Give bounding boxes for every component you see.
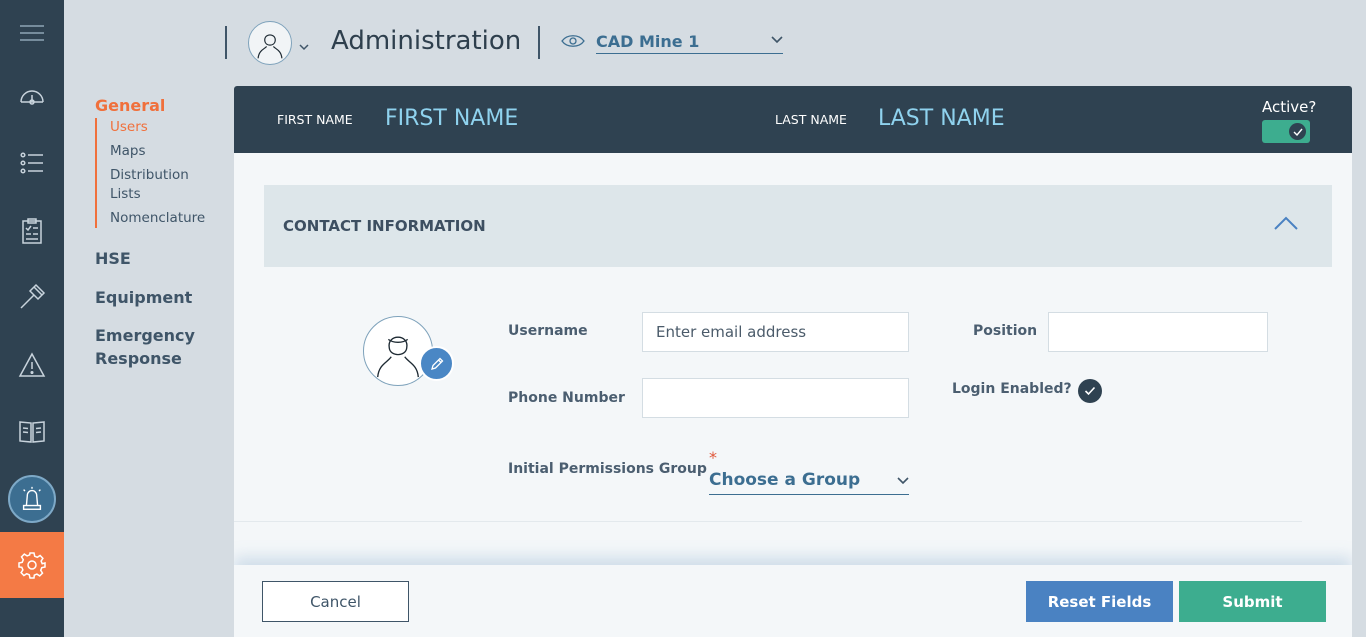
cancel-button[interactable]: Cancel — [262, 581, 409, 622]
warning-triangle-icon[interactable] — [0, 332, 64, 398]
alarm-beacon-item[interactable] — [0, 466, 64, 532]
header-divider — [225, 26, 227, 59]
phone-number-input[interactable] — [642, 378, 909, 418]
section-divider — [234, 521, 1302, 522]
nav-item-nomenclature[interactable]: Nomenclature — [110, 209, 205, 228]
nav-item-maps[interactable]: Maps — [110, 142, 205, 161]
icon-rail — [0, 0, 64, 637]
hamburger-menu-icon[interactable] — [0, 0, 64, 66]
permissions-select-label: Choose a Group — [709, 470, 861, 490]
phone-number-label: Phone Number — [508, 390, 625, 406]
pencil-edit-icon[interactable] — [419, 346, 454, 381]
last-name-label: LAST NAME — [775, 112, 847, 127]
reset-fields-button[interactable]: Reset Fields — [1026, 581, 1173, 622]
hammer-icon[interactable] — [0, 264, 64, 330]
admin-subnav: General Users Maps Distribution Lists No… — [64, 0, 234, 637]
page-title: Administration — [331, 26, 522, 56]
first-name-label: FIRST NAME — [277, 112, 353, 127]
nav-item-distribution-lists[interactable]: Distribution Lists — [110, 166, 200, 204]
user-name-header: FIRST NAME FIRST NAME LAST NAME LAST NAM… — [234, 86, 1352, 153]
user-form-card: FIRST NAME FIRST NAME LAST NAME LAST NAM… — [234, 86, 1352, 637]
dashboard-gauge-icon[interactable] — [0, 64, 64, 130]
section-title: CONTACT INFORMATION — [283, 217, 486, 235]
contact-section-header[interactable]: CONTACT INFORMATION — [264, 185, 1332, 267]
form-footer: Cancel Reset Fields Submit — [234, 565, 1352, 637]
header-divider-2 — [538, 26, 540, 59]
permissions-group-label: Initial Permissions Group — [508, 461, 707, 477]
nav-section-equipment[interactable]: Equipment — [95, 286, 192, 309]
site-select[interactable]: CAD Mine 1 — [561, 30, 783, 54]
list-icon[interactable] — [0, 130, 64, 196]
clipboard-checklist-icon[interactable] — [0, 198, 64, 264]
last-name-value[interactable]: LAST NAME — [878, 106, 1005, 131]
nav-section-general[interactable]: General — [95, 94, 165, 117]
user-menu-chevron-icon[interactable] — [298, 36, 310, 55]
user-avatar[interactable] — [248, 21, 292, 65]
position-label: Position — [973, 323, 1038, 339]
active-label: Active? — [1262, 98, 1317, 116]
chevron-down-icon — [897, 477, 909, 485]
nav-section-emergency-response[interactable]: Emergency Response — [95, 324, 205, 370]
alarm-beacon-icon — [8, 475, 56, 523]
first-name-value[interactable]: FIRST NAME — [385, 106, 518, 131]
chevron-up-icon[interactable] — [1274, 216, 1298, 230]
site-select-label: CAD Mine 1 — [596, 32, 783, 54]
required-marker: * — [709, 448, 717, 467]
username-input[interactable] — [642, 312, 909, 352]
chevron-down-icon — [771, 36, 783, 44]
nav-section-hse[interactable]: HSE — [95, 247, 131, 270]
active-toggle[interactable] — [1262, 120, 1310, 143]
general-items: Users Maps Distribution Lists Nomenclatu… — [95, 118, 205, 228]
position-input[interactable] — [1048, 312, 1268, 352]
nav-item-users[interactable]: Users — [110, 118, 205, 137]
username-label: Username — [508, 323, 588, 339]
book-icon[interactable] — [0, 398, 64, 464]
check-icon — [1289, 123, 1306, 140]
permissions-group-select[interactable]: Choose a Group — [709, 470, 909, 495]
login-enabled-checkbox[interactable] — [1078, 379, 1102, 403]
eye-icon — [561, 35, 585, 47]
login-enabled-label: Login Enabled? — [952, 381, 1072, 397]
gear-icon[interactable] — [0, 532, 64, 598]
submit-button[interactable]: Submit — [1179, 581, 1326, 622]
